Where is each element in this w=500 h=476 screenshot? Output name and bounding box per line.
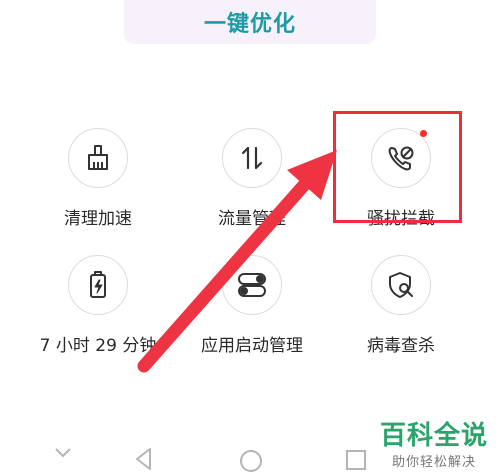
recents-icon[interactable] [345,449,367,471]
watermark: 百科全说 助你轻松解决 [380,421,488,470]
home-icon[interactable] [238,448,264,474]
back-icon[interactable] [134,447,152,471]
watermark-subtitle: 助你轻松解决 [391,455,476,470]
pointer-arrow [137,150,337,373]
watermark-title: 百科全说 [379,421,488,451]
nav-down-icon[interactable] [54,446,72,460]
